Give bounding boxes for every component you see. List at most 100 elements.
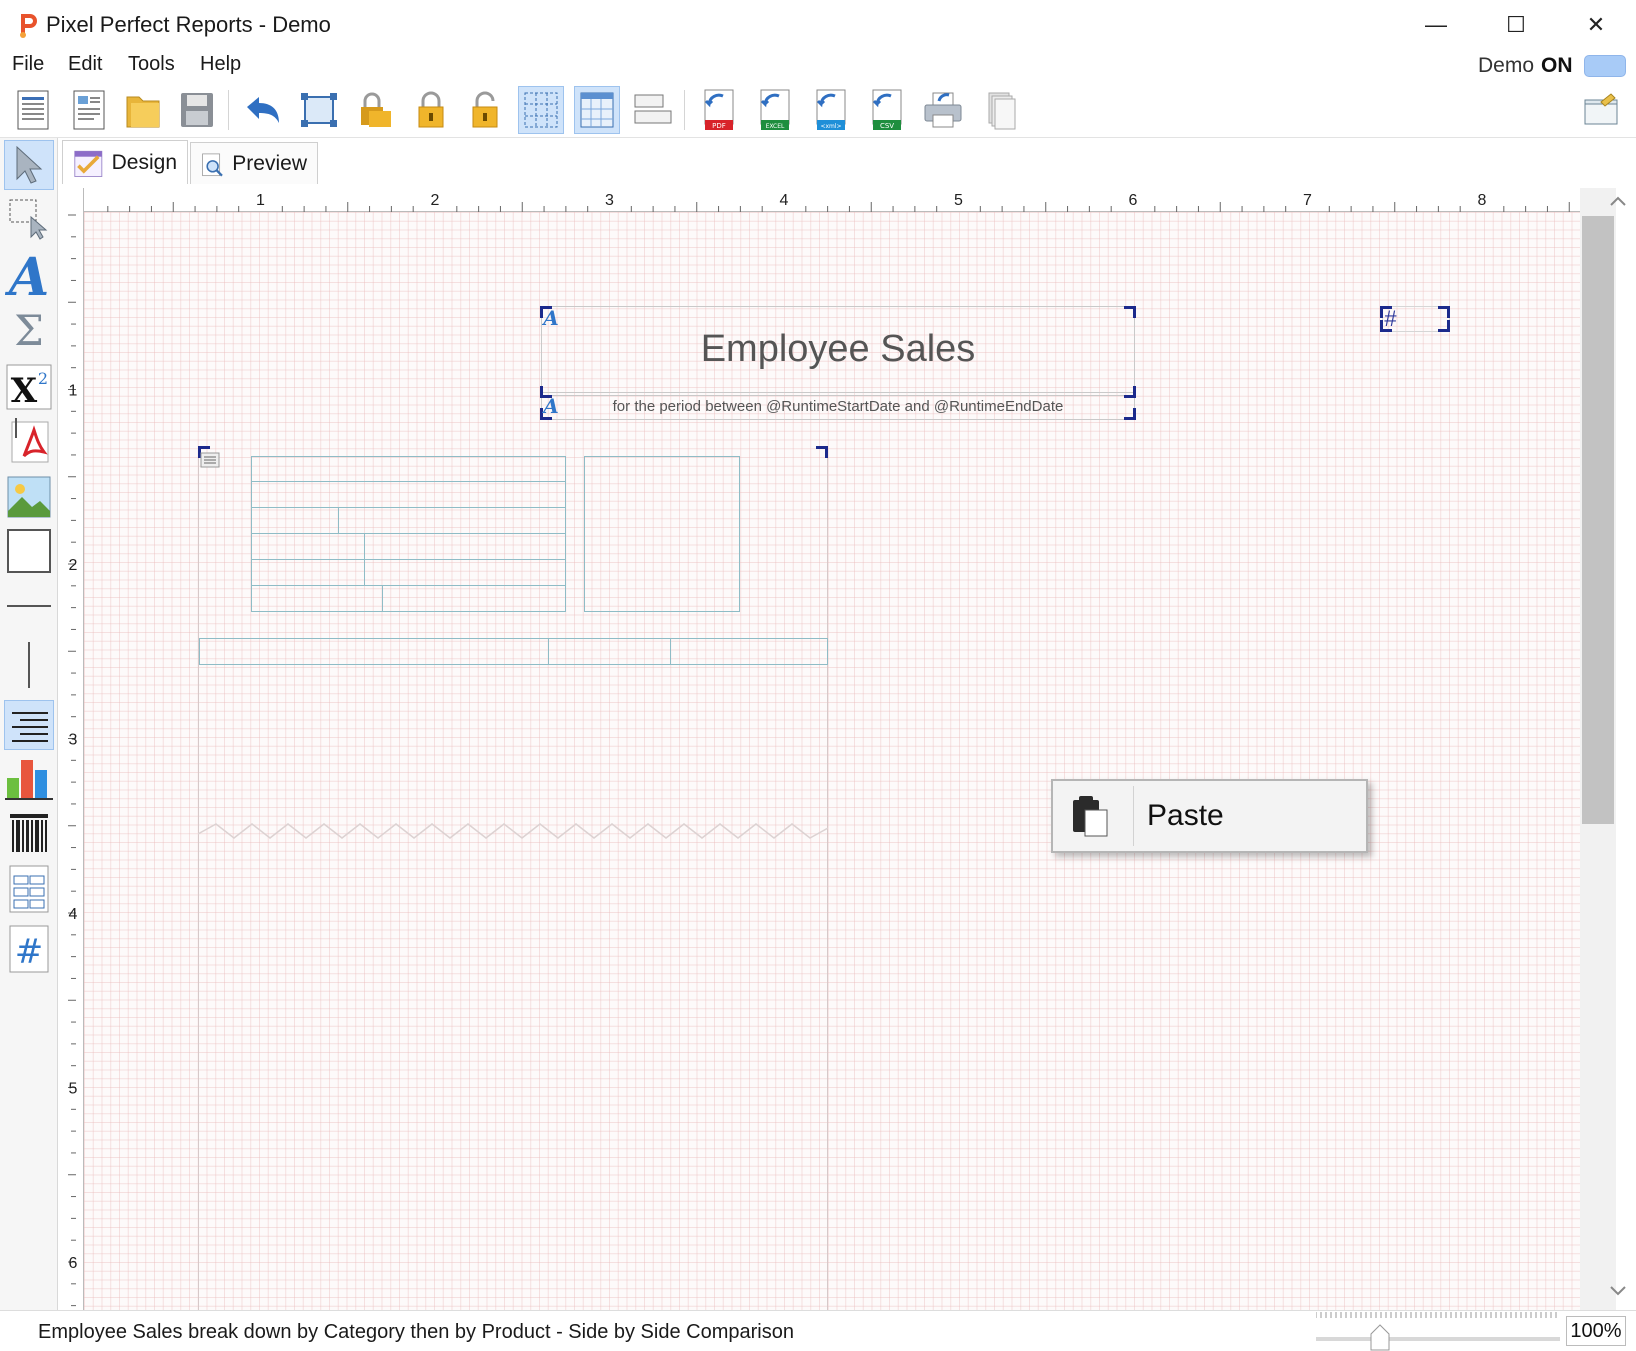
scrollbar-thumb[interactable]	[1582, 216, 1614, 824]
lock-button[interactable]	[408, 86, 454, 134]
selection-handle[interactable]	[1124, 386, 1136, 398]
ruler-label: 4	[69, 906, 78, 923]
barcode-tool[interactable]	[4, 808, 54, 858]
text-field-icon: A	[542, 308, 559, 328]
snap-grid-icon	[580, 92, 614, 128]
context-menu-paste[interactable]: Paste	[1053, 781, 1366, 851]
table-cell[interactable]	[364, 559, 566, 586]
demo-toggle[interactable]	[1584, 55, 1626, 77]
table-tool[interactable]	[4, 864, 54, 914]
rectangle-tool[interactable]	[4, 526, 54, 576]
band-menu-icon[interactable]	[200, 452, 220, 468]
selection-handle[interactable]	[1124, 306, 1136, 318]
lock-icon	[418, 91, 444, 128]
page-setup-button[interactable]	[976, 86, 1022, 134]
report-title[interactable]: Employee Sales	[541, 328, 1135, 371]
marquee-select-icon	[9, 199, 48, 240]
scroll-down-icon[interactable]	[1608, 1284, 1628, 1298]
sum-tool[interactable]: Σ	[4, 304, 54, 354]
ruler-label: 1	[69, 383, 78, 400]
column-header-cell[interactable]	[670, 638, 828, 665]
tab-design[interactable]: Design	[62, 140, 188, 184]
image-tool[interactable]	[4, 472, 54, 522]
page-number-icon: #	[9, 925, 49, 973]
report-subtitle[interactable]: for the period between @RuntimeStartDate…	[541, 398, 1135, 415]
vertical-ruler: 1 2 3 4 5 6	[62, 188, 84, 1310]
selection-handle[interactable]	[1124, 408, 1136, 420]
show-grid-button[interactable]	[518, 86, 564, 134]
unlock-button[interactable]	[462, 86, 508, 134]
resize-selection-button[interactable]	[296, 86, 342, 134]
chart-tool[interactable]	[4, 752, 54, 802]
export-pdf-icon: PDF	[704, 89, 734, 130]
table-cell[interactable]	[382, 585, 566, 612]
page-number-glyph: #	[15, 932, 44, 972]
table-cell[interactable]	[338, 507, 566, 534]
table-cell[interactable]	[251, 456, 566, 482]
selection-handle[interactable]	[816, 446, 828, 458]
selection-handle[interactable]	[1438, 320, 1450, 332]
undo-button[interactable]	[240, 86, 286, 134]
snap-to-grid-button[interactable]	[574, 86, 620, 134]
rich-text-tool[interactable]	[4, 700, 54, 750]
zoom-slider-track[interactable]	[1316, 1337, 1560, 1341]
vertical-line-tool[interactable]	[4, 640, 54, 690]
menu-file[interactable]: File	[12, 53, 44, 76]
vertical-line-icon	[28, 642, 30, 688]
menu-tools[interactable]: Tools	[128, 53, 175, 76]
table-cell[interactable]	[251, 533, 365, 560]
pdf-object-tool[interactable]	[4, 416, 54, 466]
table-cell[interactable]	[364, 533, 566, 560]
zoom-slider-thumb[interactable]	[1370, 1324, 1390, 1351]
export-csv-button[interactable]: CSV	[864, 86, 910, 134]
save-button[interactable]	[174, 86, 220, 134]
table-cell[interactable]	[251, 585, 383, 612]
formula-tool[interactable]: X2	[4, 362, 54, 412]
selection-handle[interactable]	[1438, 306, 1450, 318]
employee-photo-placeholder[interactable]	[584, 456, 740, 612]
ruler-label: 4	[780, 192, 789, 209]
column-header-cell[interactable]	[199, 638, 549, 665]
ruler-label: 6	[69, 1255, 78, 1272]
close-button[interactable]: ✕	[1556, 0, 1636, 50]
print-button[interactable]	[920, 86, 966, 134]
open-button[interactable]	[120, 86, 166, 134]
export-excel-button[interactable]: EXCEL	[752, 86, 798, 134]
export-csv-icon: CSV	[872, 89, 902, 130]
design-icon	[74, 150, 103, 177]
table-cell[interactable]	[251, 481, 566, 508]
column-header-cell[interactable]	[548, 638, 671, 665]
table-cell[interactable]	[251, 559, 365, 586]
text-field-icon: A	[542, 396, 559, 416]
ruler-label: 5	[69, 1081, 78, 1098]
ruler-label: 3	[69, 732, 78, 749]
new-report-button[interactable]	[10, 86, 56, 134]
page-number-tool[interactable]: #	[4, 924, 54, 974]
new-report-icon	[17, 90, 49, 130]
lock-all-button[interactable]	[352, 86, 398, 134]
minimize-button[interactable]: —	[1396, 0, 1476, 50]
pointer-tool[interactable]	[4, 140, 54, 190]
pdf-object-icon	[11, 418, 49, 463]
export-xml-icon: <xml>	[816, 89, 846, 130]
zoom-value[interactable]: 100%	[1566, 1316, 1626, 1346]
horizontal-line-tool[interactable]	[4, 580, 54, 630]
text-field-glyph: A	[542, 308, 559, 328]
superscript-exp: 2	[38, 369, 48, 388]
export-xml-button[interactable]: <xml>	[808, 86, 854, 134]
table-cell[interactable]	[251, 507, 339, 534]
scroll-up-icon[interactable]	[1608, 194, 1628, 208]
menu-help[interactable]: Help	[200, 53, 241, 76]
tab-preview[interactable]: Preview	[190, 142, 318, 184]
text-tool[interactable]: A	[4, 249, 54, 301]
menu-edit[interactable]: Edit	[68, 53, 102, 76]
menu-bar	[0, 50, 1636, 82]
report-wizard-button[interactable]	[66, 86, 112, 134]
open-data-source-button[interactable]	[1578, 86, 1624, 134]
text-field-glyph: A	[542, 396, 559, 416]
horizontal-ruler-ticks: 1 2 3 4 5 6 7 8	[107, 192, 1570, 212]
export-pdf-button[interactable]: PDF	[696, 86, 742, 134]
bands-button[interactable]	[630, 86, 676, 134]
maximize-button[interactable]: ☐	[1476, 0, 1556, 50]
marquee-select-tool[interactable]	[4, 194, 54, 244]
